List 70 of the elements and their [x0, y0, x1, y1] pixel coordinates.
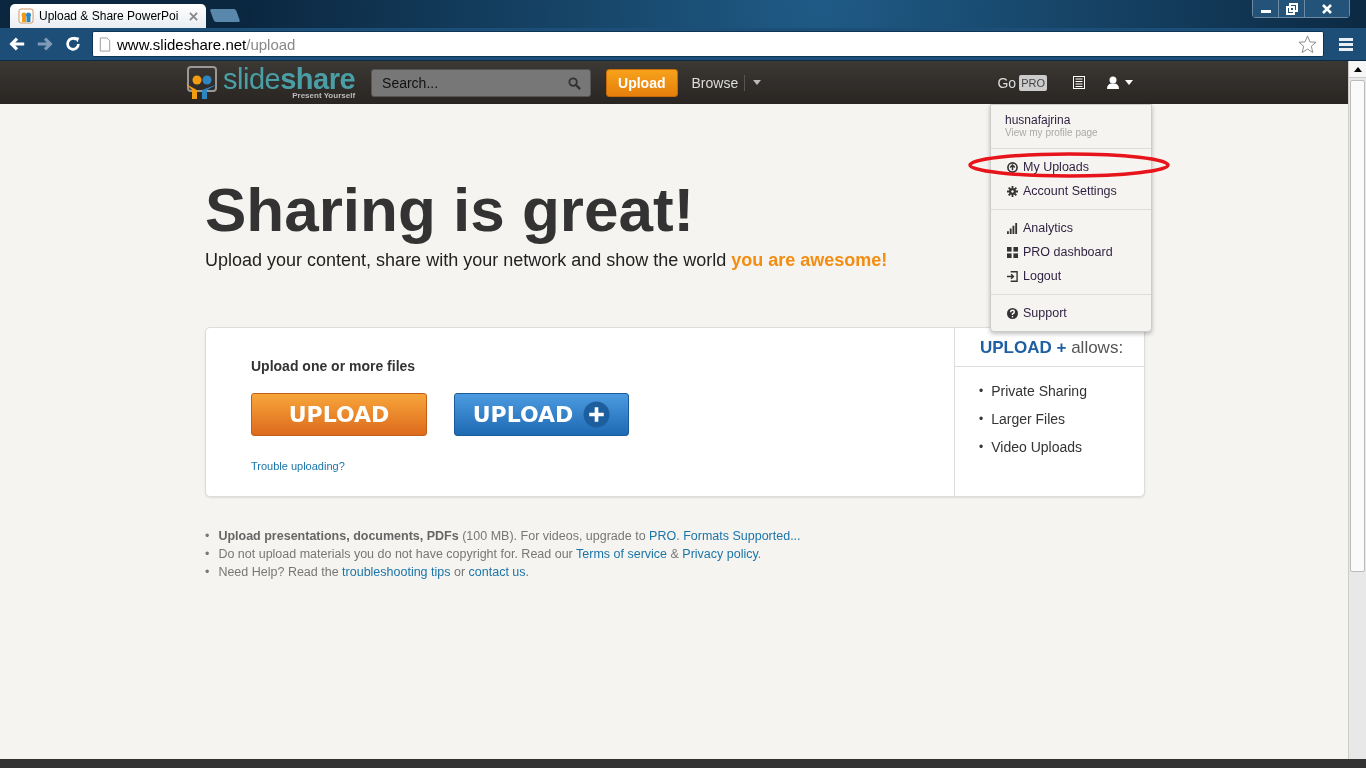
plus-icon	[583, 401, 611, 428]
scrollbar-thumb[interactable]	[1350, 80, 1365, 572]
minimize-button[interactable]	[1253, 0, 1279, 17]
bullet: •	[979, 411, 984, 428]
new-tab-button[interactable]	[209, 9, 241, 22]
note-text: Need Help? Read the troubleshooting tips or contact us.	[218, 564, 530, 581]
bullet: •	[979, 383, 984, 400]
go-pro-link[interactable]: Go	[997, 74, 1017, 91]
bullet: •	[205, 546, 210, 563]
bullet: •	[205, 564, 210, 581]
upload-plus-button[interactable]: UPLOAD	[454, 393, 629, 436]
upload-heading: Upload one or more files	[251, 358, 416, 374]
menu-item[interactable]: Analytics	[991, 216, 1151, 240]
forward-icon[interactable]	[36, 35, 54, 53]
bullet: •	[205, 528, 210, 545]
hero-title: Sharing is great!	[205, 174, 695, 246]
logo-icon[interactable]	[185, 65, 219, 100]
url-text: www.slideshare.net/upload	[117, 35, 297, 53]
reload-icon[interactable]	[64, 35, 82, 53]
star-icon[interactable]	[1298, 34, 1317, 54]
grid-icon	[1007, 246, 1018, 258]
up-arrow-icon	[1353, 66, 1362, 72]
scroll-up-button[interactable]	[1349, 61, 1366, 78]
pro-badge: PRO	[1019, 74, 1047, 91]
close-icon	[1321, 2, 1333, 15]
browser-tab[interactable]: Upload & Share PowerPoi	[10, 4, 206, 28]
note-link[interactable]: Formats Supported...	[683, 529, 801, 543]
note-link[interactable]: Terms of service	[576, 547, 668, 561]
search-icon[interactable]	[568, 76, 582, 90]
menu-item[interactable]: Support	[991, 301, 1151, 325]
tab-title: Upload & Share PowerPoi	[39, 9, 180, 23]
restore-button[interactable]	[1279, 0, 1305, 17]
logo-tagline: Present Yourself	[292, 92, 356, 100]
browse-menu[interactable]: Browse	[685, 74, 746, 91]
note-link[interactable]: troubleshooting tips	[342, 565, 451, 579]
upload-plus-heading: UPLOAD + allows:	[955, 328, 1144, 367]
gear-icon	[1007, 185, 1018, 197]
list-icon[interactable]	[1073, 76, 1085, 89]
minimize-icon	[1260, 10, 1271, 13]
back-icon[interactable]	[8, 35, 26, 53]
slideshare-favicon-icon	[18, 8, 34, 24]
note-text: Upload presentations, documents, PDFs (100 MB). For videos, upgrade to PRO. Formats Supported...	[218, 528, 801, 545]
caret-icon[interactable]	[753, 80, 762, 85]
note-link[interactable]: contact us	[468, 565, 526, 579]
hero-subtitle: Upload your content, share with your network and show the world you are awesome!	[205, 250, 888, 271]
close-window-button[interactable]	[1305, 0, 1349, 17]
close-icon[interactable]	[189, 11, 198, 21]
feature-item: Video Uploads	[991, 438, 1082, 457]
address-bar[interactable]: www.slideshare.net/upload	[92, 31, 1324, 57]
username: husnafajrina	[1005, 113, 1071, 127]
note-link[interactable]: Privacy policy	[682, 547, 758, 561]
logout-icon	[1007, 270, 1018, 282]
menu-item[interactable]: Logout	[991, 264, 1151, 288]
menu-item[interactable]: PRO dashboard	[991, 240, 1151, 264]
page-icon	[99, 36, 111, 52]
caret-icon[interactable]	[1125, 80, 1133, 85]
help-icon	[1007, 307, 1018, 319]
user-icon[interactable]	[1107, 76, 1119, 89]
upload-icon	[1007, 161, 1018, 173]
note-text: Do not upload materials you do not have copyright for. Read our Terms of service & Privacy policy.	[218, 546, 762, 563]
restore-icon	[1285, 2, 1298, 15]
menu-icon[interactable]	[1338, 36, 1354, 52]
search-field[interactable]: Search...	[371, 68, 592, 97]
feature-item: Larger Files	[991, 410, 1066, 429]
bullet: •	[979, 439, 984, 456]
menu-item[interactable]: Account Settings	[991, 179, 1151, 203]
signal-bars-icon	[1007, 222, 1018, 234]
trouble-uploading-link[interactable]: Trouble uploading?	[251, 460, 345, 472]
feature-item: Private Sharing	[991, 382, 1087, 401]
logo-text[interactable]: slideshare	[223, 65, 356, 94]
